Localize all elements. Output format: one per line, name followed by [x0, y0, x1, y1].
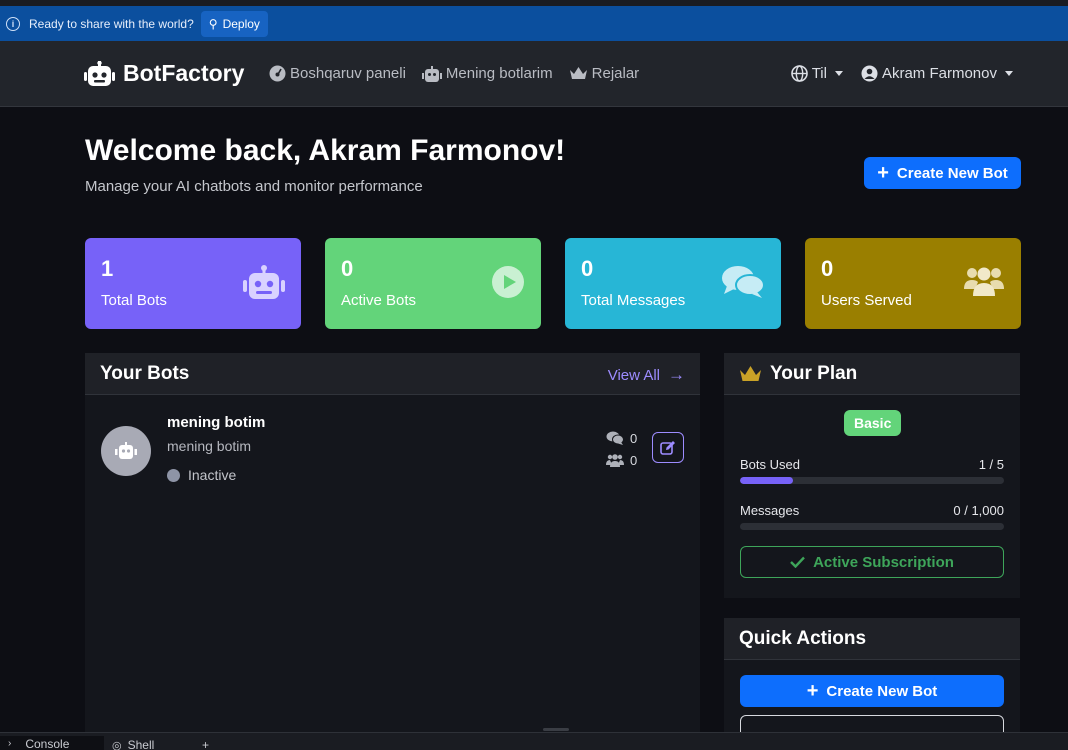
- messages-label: Messages: [740, 503, 800, 518]
- bots-used-progress: [740, 477, 1004, 484]
- list-item: mening botim mening botim Inactive 0 0: [101, 413, 685, 483]
- bot-avatar: [101, 426, 151, 476]
- bot-status: Inactive: [167, 467, 236, 483]
- bot-status-label: Inactive: [188, 467, 237, 483]
- stat-card-total-messages: 0 Total Messages: [565, 238, 781, 329]
- create-new-bot-label: Create New Bot: [896, 164, 1008, 182]
- quick-actions-title: Quick Actions: [739, 627, 867, 649]
- messages-meter: Messages 0 / 1,000: [740, 503, 1004, 530]
- quick-actions-header: Quick Actions: [724, 618, 1020, 660]
- your-bots-panel: Your Bots View All → mening botim mening…: [85, 353, 700, 733]
- play-circle-icon: [492, 266, 524, 298]
- globe-icon: [790, 65, 808, 82]
- active-subscription-button[interactable]: Active Subscription: [740, 546, 1004, 578]
- crown-icon: [569, 67, 587, 79]
- bots-used-meter: Bots Used 1 / 5: [740, 457, 1004, 484]
- tab-console-label: Console: [25, 736, 70, 750]
- create-new-bot-button[interactable]: + Create New Bot: [864, 157, 1021, 189]
- bots-used-progress-fill: [740, 477, 793, 484]
- language-dropdown[interactable]: Til: [790, 65, 843, 82]
- crown-icon: [740, 365, 761, 381]
- brand-logo-link[interactable]: BotFactory: [84, 60, 244, 87]
- plus-icon: +: [877, 162, 889, 184]
- edit-icon: [660, 440, 675, 455]
- your-plan-panel: Your Plan Basic Bots Used 1 / 5 Messages…: [724, 353, 1020, 598]
- deploy-button[interactable]: ⚲ Deploy: [200, 10, 268, 37]
- page-subtitle: Manage your AI chatbots and monitor perf…: [85, 178, 423, 195]
- nav-plans[interactable]: Rejalar: [569, 65, 640, 82]
- robot-icon: [421, 65, 442, 82]
- chevron-right-icon: ›: [8, 738, 12, 749]
- shell-icon: ◎: [112, 739, 122, 750]
- plan-badge: Basic: [844, 410, 902, 436]
- nav-plans-label: Rejalar: [591, 65, 640, 82]
- bot-users-count: 0: [606, 449, 637, 471]
- stat-card-total-bots: 1 Total Bots: [85, 238, 301, 329]
- console-tabbar: › Console ◎ Shell +: [0, 728, 1068, 750]
- nav-my-bots[interactable]: Mening botlarim: [421, 65, 553, 82]
- tab-shell-label: Shell: [127, 738, 155, 750]
- nav-my-bots-label: Mening botlarim: [445, 65, 553, 82]
- status-dot-icon: [167, 468, 180, 482]
- quick-actions-panel: Quick Actions + Create New Bot: [724, 618, 1020, 747]
- bots-used-label: Bots Used: [740, 457, 800, 472]
- bot-messages-count: 0: [606, 427, 637, 449]
- comments-icon: [722, 266, 765, 298]
- comments-icon: [606, 431, 624, 445]
- view-all-label: View All: [607, 366, 660, 384]
- nav-dashboard-label: Boshqaruv paneli: [290, 65, 406, 82]
- user-dropdown[interactable]: Akram Farmonov: [861, 65, 1013, 82]
- robot-logo-icon: [84, 60, 115, 86]
- users-icon: [606, 454, 624, 467]
- chevron-down-icon: [1005, 71, 1013, 76]
- add-tab-button[interactable]: +: [202, 738, 209, 750]
- plus-icon: +: [806, 680, 819, 702]
- your-plan-title: Your Plan: [770, 362, 858, 384]
- check-icon: [790, 556, 805, 568]
- tab-console[interactable]: › Console: [0, 736, 104, 750]
- quick-create-bot-label: Create New Bot: [826, 682, 938, 700]
- add-tab-icon: +: [202, 738, 210, 750]
- resize-handle[interactable]: [543, 728, 569, 731]
- your-bots-title: Your Bots: [100, 362, 190, 384]
- bot-name: mening botim: [167, 414, 266, 431]
- chevron-down-icon: [834, 71, 843, 76]
- tab-shell[interactable]: ◎ Shell: [112, 738, 154, 750]
- deploy-button-label: Deploy: [222, 16, 260, 31]
- info-icon: i: [6, 16, 20, 31]
- bots-used-value: 1 / 5: [978, 457, 1004, 472]
- nav-dashboard[interactable]: Boshqaruv paneli: [269, 65, 406, 82]
- your-plan-header: Your Plan: [724, 353, 1020, 395]
- view-all-link[interactable]: View All →: [608, 365, 685, 385]
- page-title: Welcome back, Akram Farmonov!: [85, 134, 566, 167]
- top-navbar: BotFactory Boshqaruv paneli Mening botla…: [0, 41, 1068, 107]
- user-name: Akram Farmonov: [881, 65, 997, 82]
- stat-card-users-served: 0 Users Served: [805, 238, 1021, 329]
- bot-users-value: 0: [630, 452, 638, 468]
- deploy-icon: ⚲: [208, 16, 218, 31]
- robot-icon: [115, 442, 137, 459]
- edit-bot-button[interactable]: [652, 432, 684, 463]
- brand-name: BotFactory: [123, 60, 245, 86]
- arrow-right-icon: →: [668, 365, 685, 384]
- dashboard-icon: [269, 65, 286, 82]
- messages-value: 0 / 1,000: [953, 503, 1004, 518]
- deploy-message: Ready to share with the world?: [29, 16, 194, 31]
- nav-links: Boshqaruv paneli Mening botlarim Rejalar: [269, 65, 655, 82]
- users-icon: [964, 267, 1004, 296]
- stat-card-active-bots: 0 Active Bots: [325, 238, 541, 329]
- quick-create-bot-button[interactable]: + Create New Bot: [740, 675, 1004, 707]
- bot-metrics: 0 0: [606, 427, 637, 471]
- bot-description: mening botim: [167, 438, 252, 454]
- nav-right: Til Akram Farmonov: [773, 65, 1013, 82]
- active-subscription-label: Active Subscription: [813, 553, 954, 571]
- deploy-banner: i Ready to share with the world? ⚲ Deplo…: [0, 6, 1068, 41]
- messages-progress: [740, 523, 1004, 530]
- language-label: Til: [811, 65, 827, 82]
- user-circle-icon: [861, 65, 878, 82]
- robot-icon: [243, 265, 285, 299]
- bot-messages-value: 0: [630, 430, 638, 446]
